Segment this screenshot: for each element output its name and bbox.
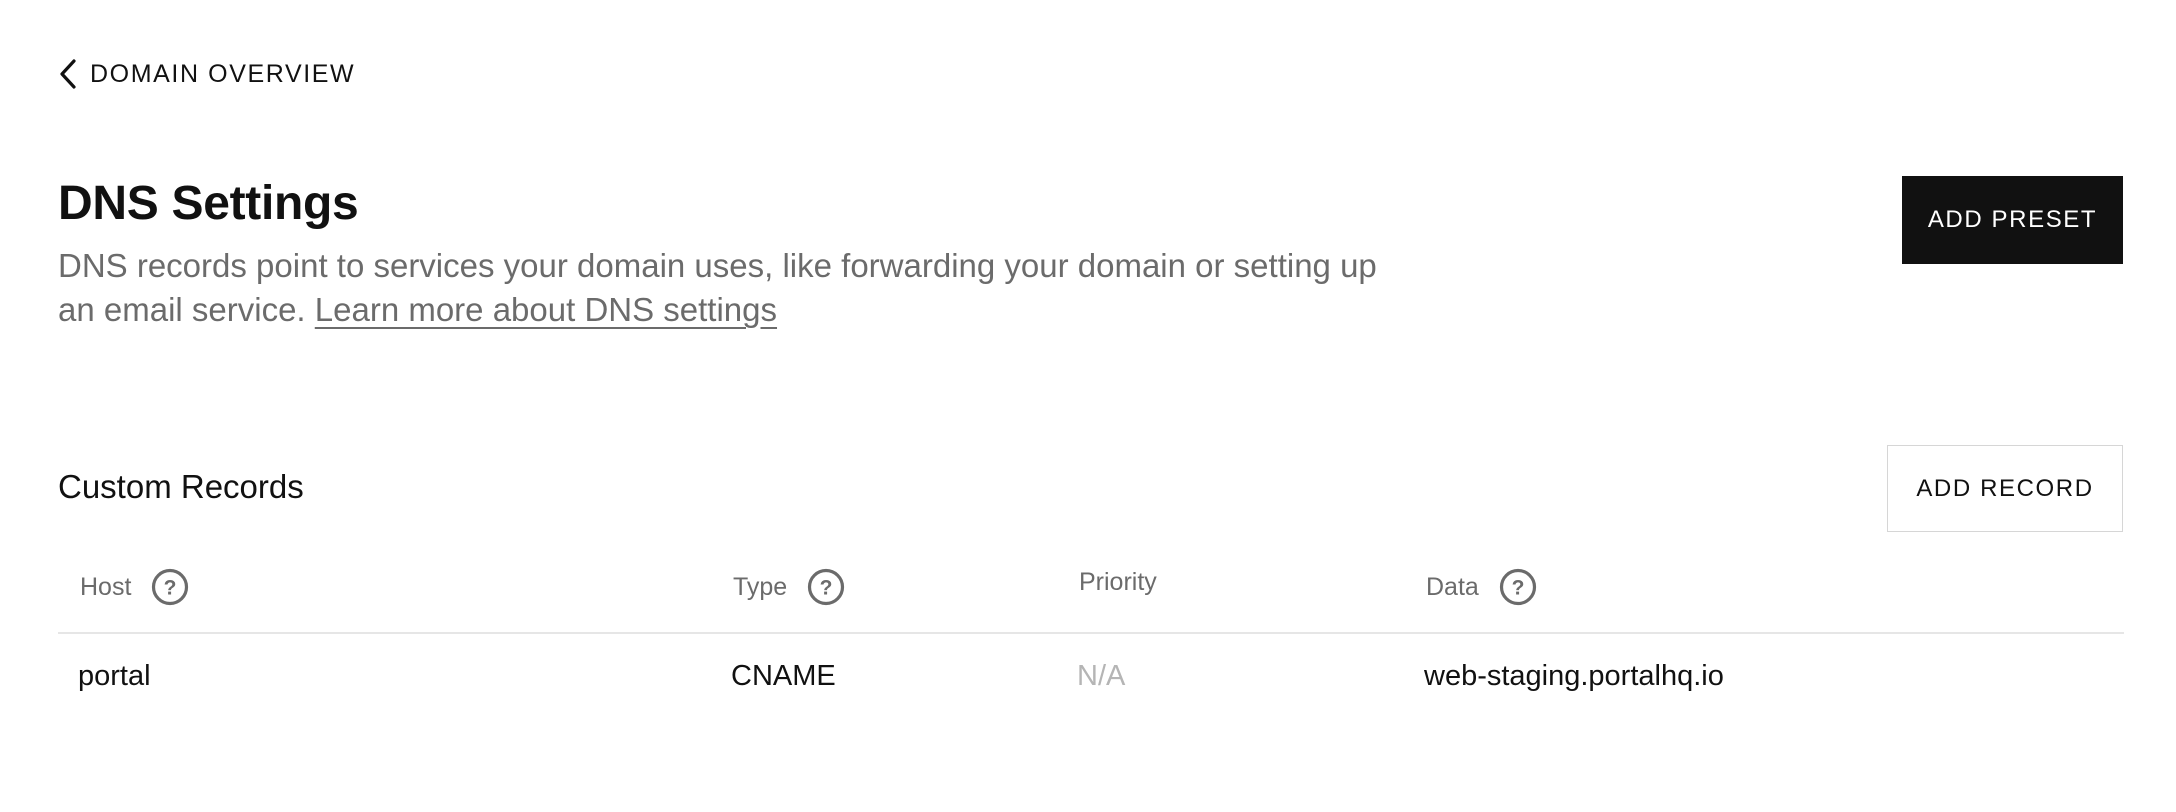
chevron-left-icon <box>58 58 78 90</box>
page-title: DNS Settings <box>58 177 359 230</box>
record-type-cell: CNAME <box>731 660 836 692</box>
column-header-priority-label: Priority <box>1079 568 1157 596</box>
table-header-divider <box>58 632 2124 634</box>
column-header-data-label: Data <box>1426 572 1479 601</box>
custom-records-title: Custom Records <box>58 468 304 505</box>
question-circle-icon[interactable]: ? <box>807 568 845 606</box>
svg-text:?: ? <box>164 577 177 600</box>
dns-settings-page: DOMAIN OVERVIEW DNS Settings DNS records… <box>0 0 2176 812</box>
svg-text:?: ? <box>820 577 833 600</box>
back-link-label: DOMAIN OVERVIEW <box>90 59 356 88</box>
column-header-type-label: Type <box>733 572 788 601</box>
svg-text:?: ? <box>1511 577 1524 600</box>
page-description: DNS records point to services your domai… <box>58 244 1418 332</box>
column-header-data: Data ? <box>1426 568 1537 606</box>
record-host-cell: portal <box>78 660 151 692</box>
question-circle-icon[interactable]: ? <box>1499 568 1537 606</box>
column-header-host-label: Host <box>80 572 132 601</box>
back-to-domain-overview-link[interactable]: DOMAIN OVERVIEW <box>58 58 355 90</box>
add-preset-button[interactable]: ADD PRESET <box>1902 176 2123 264</box>
record-priority-cell: N/A <box>1077 660 1126 692</box>
learn-more-dns-link[interactable]: Learn more about DNS settings <box>315 291 777 328</box>
record-data-cell: web-staging.portalhq.io <box>1424 660 1724 692</box>
add-record-button[interactable]: ADD RECORD <box>1887 445 2123 532</box>
column-header-type: Type ? <box>733 568 845 606</box>
question-circle-icon[interactable]: ? <box>151 568 189 606</box>
column-header-priority: Priority <box>1079 568 1157 597</box>
column-header-host: Host ? <box>80 568 189 606</box>
